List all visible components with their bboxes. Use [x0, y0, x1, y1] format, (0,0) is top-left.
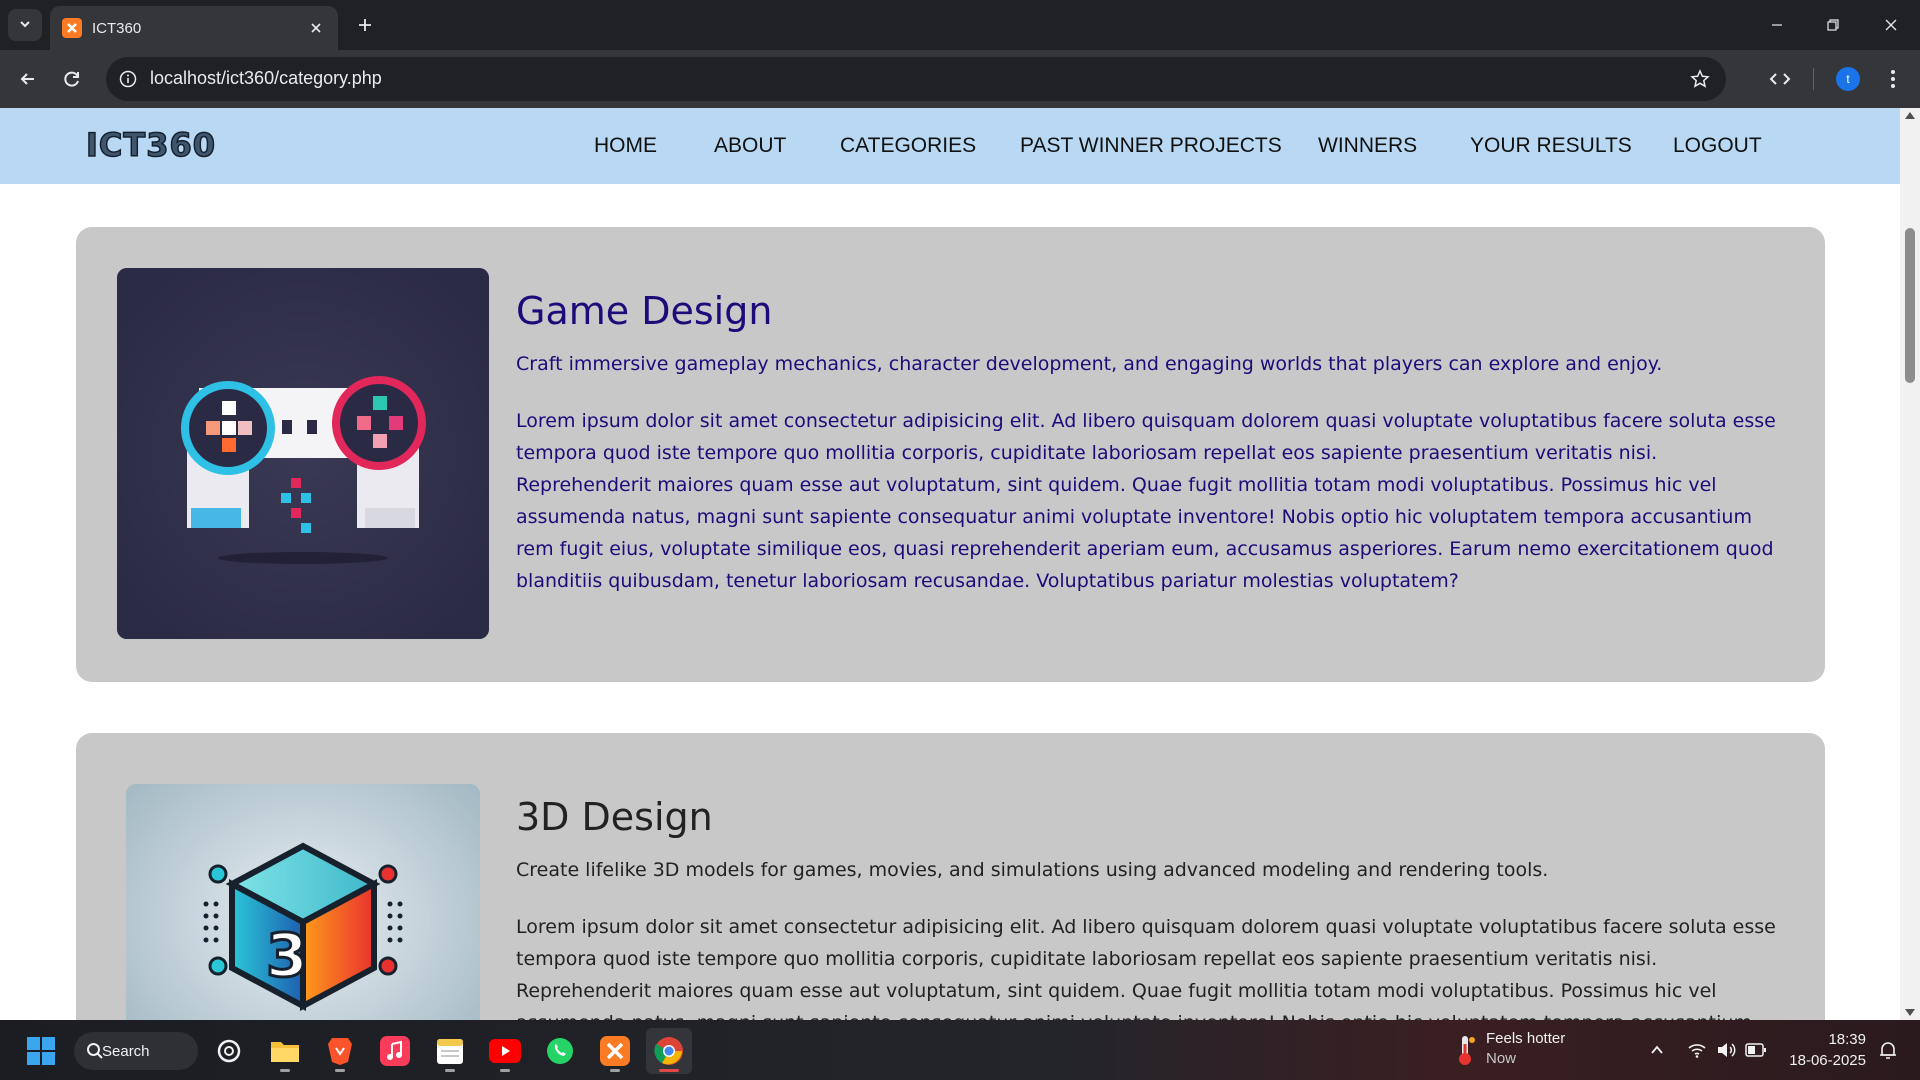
apple-music-icon[interactable] [372, 1028, 418, 1074]
category-description: Lorem ipsum dolor sit amet consectetur a… [516, 916, 1776, 1020]
battery-icon[interactable] [1744, 1038, 1768, 1062]
browser-tab[interactable]: ICT360 [50, 6, 338, 50]
gamepad-illustration [117, 268, 489, 639]
volume-icon[interactable] [1714, 1038, 1738, 1062]
chrome-app-icon[interactable] [646, 1028, 692, 1074]
more-menu-icon[interactable] [1877, 63, 1909, 95]
close-window-button[interactable] [1876, 10, 1906, 40]
nav-categories[interactable]: CATEGORIES [840, 134, 976, 158]
arrow-left-icon [20, 73, 34, 85]
weather-title: Feels hotter [1486, 1030, 1566, 1047]
profile-avatar[interactable]: t [1832, 63, 1864, 95]
youtube-app-icon[interactable] [482, 1028, 528, 1074]
scroll-up-arrow-icon[interactable] [1905, 112, 1915, 119]
chevron-down-icon [18, 16, 32, 35]
bookmark-star-icon[interactable] [1686, 65, 1714, 93]
close-tab-icon[interactable] [306, 18, 326, 38]
close-icon [1885, 19, 1897, 31]
weather-subtitle: Now [1486, 1050, 1517, 1067]
whatsapp-app-icon[interactable] [537, 1028, 583, 1074]
wifi-icon[interactable] [1685, 1038, 1709, 1062]
nav-your-results[interactable]: YOUR RESULTS [1470, 134, 1632, 158]
chatgpt-app-icon[interactable] [206, 1028, 252, 1074]
site-logo[interactable]: ICT360 [85, 125, 217, 165]
nav-about[interactable]: ABOUT [714, 134, 786, 158]
reload-icon [64, 71, 79, 87]
category-card-game-design: Game Design Craft immersive gameplay mec… [76, 227, 1825, 682]
plus-icon [359, 19, 371, 31]
reload-button[interactable] [56, 63, 88, 95]
url-text[interactable]: localhost/ict360/category.php [150, 68, 382, 89]
scrollbar-thumb[interactable] [1905, 228, 1915, 383]
file-explorer-icon[interactable] [262, 1028, 308, 1074]
page-viewport: ICT360 HOME ABOUT CATEGORIES PAST WINNER… [0, 108, 1900, 1020]
thermometer-icon [1454, 1034, 1476, 1070]
taskbar-search[interactable]: Search [74, 1032, 198, 1070]
nav-logout[interactable]: LOGOUT [1673, 134, 1762, 158]
address-bar[interactable]: localhost/ict360/category.php [106, 57, 1726, 101]
chevron-up-icon[interactable] [1645, 1038, 1669, 1062]
3d-cube-illustration: 3 [126, 784, 480, 1020]
category-description: Lorem ipsum dolor sit amet consectetur a… [516, 410, 1776, 592]
search-icon [86, 1042, 104, 1064]
new-tab-button[interactable] [352, 12, 378, 38]
scroll-down-arrow-icon[interactable] [1905, 1009, 1915, 1016]
browser-tabstrip: ICT360 [0, 0, 1920, 50]
clock-time: 18:39 [1828, 1031, 1866, 1048]
category-title: 3D Design [516, 795, 713, 839]
back-button[interactable] [12, 63, 44, 95]
xampp-favicon-icon [62, 18, 82, 38]
nav-winners[interactable]: WINNERS [1318, 134, 1417, 158]
search-label: Search [102, 1042, 150, 1060]
category-summary: Craft immersive gameplay mechanics, char… [516, 353, 1663, 375]
category-summary: Create lifelike 3D models for games, mov… [516, 859, 1549, 881]
tab-title: ICT360 [92, 19, 142, 37]
logo-text: ICT360 [85, 125, 217, 165]
minimize-icon [1772, 24, 1782, 26]
nav-home[interactable]: HOME [594, 134, 657, 158]
category-title: Game Design [516, 289, 773, 333]
notification-bell-icon[interactable] [1876, 1038, 1900, 1062]
restore-button[interactable] [1818, 10, 1848, 40]
minimize-button[interactable] [1762, 10, 1792, 40]
nav-past-winner-projects[interactable]: PAST WINNER PROJECTS [1020, 134, 1282, 158]
category-card-3d-design: 3 3D Design Create lifelike 3D models fo… [76, 733, 1825, 1020]
windows-taskbar: Search Feels hotter Now 18:39 18-06-2025 [0, 1020, 1920, 1080]
clock-date: 18-06-2025 [1789, 1052, 1866, 1069]
browser-toolbar: localhost/ict360/category.php t [0, 50, 1920, 108]
restore-icon [1827, 19, 1839, 31]
profile-initial: t [1836, 67, 1860, 91]
svg-text:3: 3 [266, 921, 308, 991]
site-info-icon[interactable] [114, 65, 142, 93]
code-icon[interactable] [1764, 63, 1796, 95]
toolbar-separator [1813, 68, 1814, 90]
site-header: ICT360 HOME ABOUT CATEGORIES PAST WINNER… [0, 108, 1900, 184]
brave-browser-icon[interactable] [317, 1028, 363, 1074]
notepad-app-icon[interactable] [427, 1028, 473, 1074]
system-clock[interactable]: 18:39 18-06-2025 [1782, 1029, 1866, 1071]
windows-logo-icon [27, 1037, 55, 1065]
start-button[interactable] [18, 1028, 64, 1074]
page-scrollbar[interactable] [1900, 108, 1920, 1020]
xampp-app-icon[interactable] [592, 1028, 638, 1074]
tab-search-button[interactable] [8, 9, 42, 41]
